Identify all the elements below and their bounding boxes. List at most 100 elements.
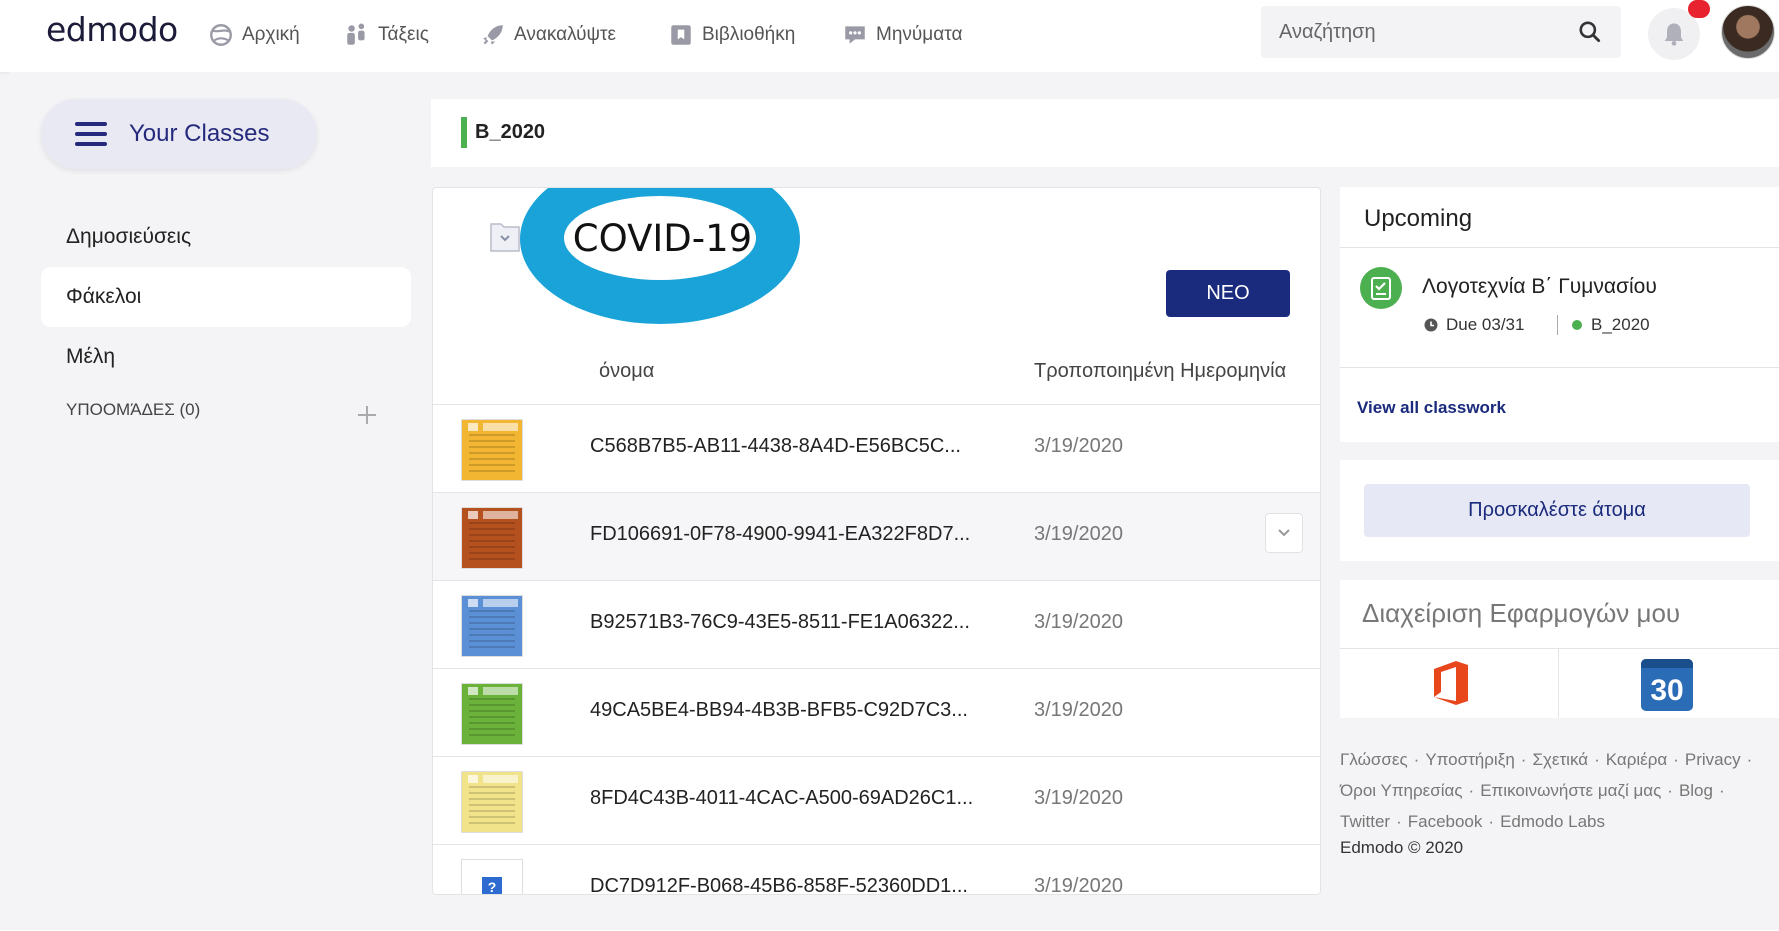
upcoming-class-name: B_2020 bbox=[1591, 315, 1650, 334]
your-classes-button[interactable]: Your Classes bbox=[41, 99, 317, 169]
separator bbox=[1557, 315, 1558, 335]
class-name: B_2020 bbox=[475, 121, 546, 143]
folder-title: COVID-19 bbox=[572, 217, 753, 260]
file-name[interactable]: B92571B3-76C9-43E5-8511-FE1A06322... bbox=[590, 611, 970, 634]
bell-icon bbox=[1664, 23, 1684, 46]
your-classes-label: Your Classes bbox=[129, 120, 270, 147]
file-row[interactable]: 8FD4C43B-4011-4CAC-A500-69AD26C1... 3/19… bbox=[433, 757, 1320, 845]
footer-link-contact[interactable]: Επικοινωνήστε μαζί μας bbox=[1480, 781, 1661, 800]
user-avatar[interactable] bbox=[1721, 5, 1775, 59]
edmodo-logo[interactable]: edmodo bbox=[46, 10, 178, 49]
upcoming-item-title[interactable]: Λογοτεχνία Β΄ Γυμνασίου bbox=[1422, 275, 1657, 299]
sidebar-item-posts[interactable]: Δημοσιεύσεις bbox=[41, 207, 411, 267]
copyright: Edmodo © 2020 bbox=[1340, 838, 1464, 857]
subgroups-label: ΥΠΟΟΜΆΔΕΣ (0) bbox=[66, 400, 201, 419]
class-header: B_2020 bbox=[431, 99, 1779, 167]
chevron-down-icon bbox=[1278, 529, 1290, 537]
nav-library-label: Βιβλιοθήκη bbox=[702, 24, 796, 45]
file-thumbnail bbox=[461, 595, 523, 657]
calendar-day: 30 bbox=[1650, 674, 1684, 707]
nav-discover-label: Ανακαλύψτε bbox=[514, 24, 617, 45]
unknown-file-icon: ? bbox=[482, 877, 502, 894]
sidebar-item-folders[interactable]: Φάκελοι bbox=[41, 267, 411, 327]
row-options-button[interactable] bbox=[1265, 513, 1303, 553]
folder-panel: COVID-19 ΝΕΟ όνομα Τροποποιημένη Ημερομη… bbox=[432, 187, 1321, 895]
footer-link-blog[interactable]: Blog bbox=[1679, 781, 1713, 800]
messages-icon bbox=[845, 26, 865, 44]
class-color-bar bbox=[461, 117, 467, 148]
search-icon[interactable] bbox=[1577, 19, 1603, 45]
nav-messages[interactable]: Μηνύματα bbox=[842, 18, 962, 52]
file-thumbnail bbox=[461, 683, 523, 745]
footer-link-labs[interactable]: Edmodo Labs bbox=[1500, 812, 1605, 831]
footer-link-support[interactable]: Υποστήριξη bbox=[1425, 750, 1514, 769]
file-thumbnail: ? bbox=[461, 859, 523, 894]
new-button[interactable]: ΝΕΟ bbox=[1166, 270, 1290, 317]
apps-title: Διαχείριση Εφαρμογών μου bbox=[1362, 598, 1681, 628]
home-icon bbox=[210, 24, 232, 46]
hamburger-icon bbox=[75, 122, 107, 146]
office-app-icon[interactable] bbox=[1430, 659, 1472, 707]
file-row[interactable]: B92571B3-76C9-43E5-8511-FE1A06322... 3/1… bbox=[433, 581, 1320, 669]
search-bar bbox=[1261, 6, 1621, 58]
file-row[interactable]: ? DC7D912F-B068-45B6-858F-52360DD1... 3/… bbox=[433, 845, 1320, 895]
file-row[interactable]: FD106691-0F78-4900-9941-EA322F8D7... 3/1… bbox=[433, 493, 1320, 581]
file-name[interactable]: FD106691-0F78-4900-9941-EA322F8D7... bbox=[590, 523, 970, 546]
sidebar-item-label: Δημοσιεύσεις bbox=[66, 225, 192, 248]
classes-icon bbox=[347, 23, 365, 45]
file-name[interactable]: 8FD4C43B-4011-4CAC-A500-69AD26C1... bbox=[590, 787, 973, 810]
view-all-classwork-link[interactable]: View all classwork bbox=[1357, 398, 1506, 418]
upcoming-class: B_2020 bbox=[1572, 315, 1650, 335]
nav-home[interactable]: Αρχική bbox=[208, 18, 300, 52]
sidebar-item-members[interactable]: Μέλη bbox=[41, 327, 411, 387]
assignment-icon bbox=[1360, 267, 1402, 309]
folder-icon bbox=[490, 223, 520, 252]
file-name[interactable]: C568B7B5-AB11-4438-8A4D-E56BC5C... bbox=[590, 435, 961, 458]
footer-link-terms[interactable]: Όροι Υπηρεσίας bbox=[1340, 781, 1463, 800]
column-header-name[interactable]: όνομα bbox=[599, 360, 654, 383]
nav-messages-label: Μηνύματα bbox=[876, 24, 963, 45]
nav-discover[interactable]: Ανακαλύψτε bbox=[480, 18, 616, 52]
upcoming-due: Due 03/31 bbox=[1424, 315, 1524, 335]
footer-link-careers[interactable]: Καριέρα bbox=[1606, 750, 1667, 769]
sidebar-item-label: Φάκελοι bbox=[66, 285, 142, 308]
footer-link-facebook[interactable]: Facebook bbox=[1408, 812, 1483, 831]
due-date: Due 03/31 bbox=[1446, 315, 1525, 334]
nav-classes[interactable]: Τάξεις bbox=[344, 18, 429, 52]
footer-link-twitter[interactable]: Twitter bbox=[1340, 812, 1390, 831]
add-subgroup-icon[interactable] bbox=[356, 404, 378, 426]
divider bbox=[1340, 247, 1779, 248]
file-date: 3/19/2020 bbox=[1034, 699, 1123, 721]
file-thumbnail bbox=[461, 419, 523, 481]
footer-link-languages[interactable]: Γλώσσες bbox=[1340, 750, 1408, 769]
sidebar-item-label: Μέλη bbox=[66, 345, 116, 368]
nav-library[interactable]: Βιβλιοθήκη bbox=[668, 18, 795, 52]
file-thumbnail bbox=[461, 507, 523, 569]
file-date: 3/19/2020 bbox=[1034, 875, 1123, 895]
file-date: 3/19/2020 bbox=[1034, 611, 1123, 633]
footer-link-privacy[interactable]: Privacy bbox=[1685, 750, 1741, 769]
file-date: 3/19/2020 bbox=[1034, 435, 1123, 457]
file-date: 3/19/2020 bbox=[1034, 787, 1123, 809]
file-name[interactable]: DC7D912F-B068-45B6-858F-52360DD1... bbox=[590, 875, 968, 894]
calendar-app-icon[interactable]: 30 bbox=[1641, 659, 1693, 711]
notification-badge bbox=[1688, 0, 1710, 18]
invite-people-button[interactable]: Προσκαλέστε άτομα bbox=[1364, 484, 1750, 537]
footer-link-about[interactable]: Σχετικά bbox=[1532, 750, 1588, 769]
file-row[interactable]: 49CA5BE4-BB94-4B3B-BFB5-C92D7C3... 3/19/… bbox=[433, 669, 1320, 757]
divider bbox=[1558, 648, 1559, 718]
apps-card: Διαχείριση Εφαρμογών μου 30 bbox=[1340, 580, 1779, 718]
class-dot-icon bbox=[1572, 320, 1582, 330]
nav-classes-label: Τάξεις bbox=[378, 24, 429, 45]
library-icon bbox=[671, 25, 691, 45]
rocket-icon bbox=[483, 25, 503, 45]
nav-home-label: Αρχική bbox=[242, 24, 300, 45]
divider bbox=[1340, 367, 1779, 368]
upcoming-title: Upcoming bbox=[1364, 205, 1473, 232]
file-row[interactable]: C568B7B5-AB11-4438-8A4D-E56BC5C... 3/19/… bbox=[433, 405, 1320, 493]
file-thumbnail bbox=[461, 771, 523, 833]
clock-icon bbox=[1424, 318, 1438, 332]
search-input[interactable] bbox=[1279, 20, 1577, 44]
file-name[interactable]: 49CA5BE4-BB94-4B3B-BFB5-C92D7C3... bbox=[590, 699, 968, 722]
column-header-modified-date[interactable]: Τροποποιημένη Ημερομηνία bbox=[1034, 360, 1286, 383]
